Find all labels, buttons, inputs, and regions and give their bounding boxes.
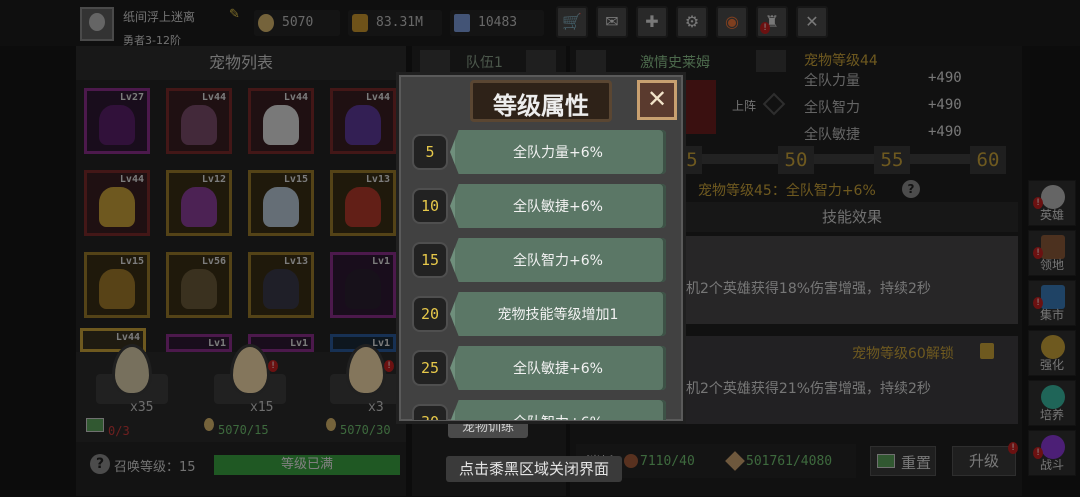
attribute-row: 25 全队敏捷+6% [412, 346, 666, 390]
attribute-row: 30全队智力+6% [412, 400, 666, 420]
row-text: 全队智力+6% [513, 253, 603, 269]
row-level: 5 [412, 134, 448, 170]
modal-title: 等级属性 [493, 92, 589, 120]
row-text: 全队智力+6% [450, 412, 666, 420]
attribute-list[interactable]: 5 全队力量+6% 10 全队敏捷+6% 15 全队智力+6% 20 宠物技能等级增加1… [404, 124, 682, 420]
row-text: 全队力量+6% [513, 145, 603, 161]
row-text: 全队敏捷+6% [513, 361, 603, 377]
attribute-row: 10 全队敏捷+6% [412, 184, 666, 228]
attribute-row: 15 全队智力+6% [412, 238, 666, 282]
row-level: 20 [412, 296, 448, 332]
row-level: 15 [412, 242, 448, 278]
row-text: 全队敏捷+6% [513, 199, 603, 215]
close-hint: 点击黍黑区域关闭界面 [446, 456, 622, 482]
row-level: 25 [412, 350, 448, 386]
close-button[interactable]: ✕ [637, 80, 677, 120]
attribute-row: 20 宠物技能等级增加1 [412, 292, 666, 336]
row-text: 宠物技能等级增加1 [497, 307, 619, 323]
row-level: 30 [412, 404, 448, 420]
row-level: 10 [412, 188, 448, 224]
attribute-row: 5 全队力量+6% [412, 130, 666, 174]
close-icon: ✕ [646, 85, 668, 113]
